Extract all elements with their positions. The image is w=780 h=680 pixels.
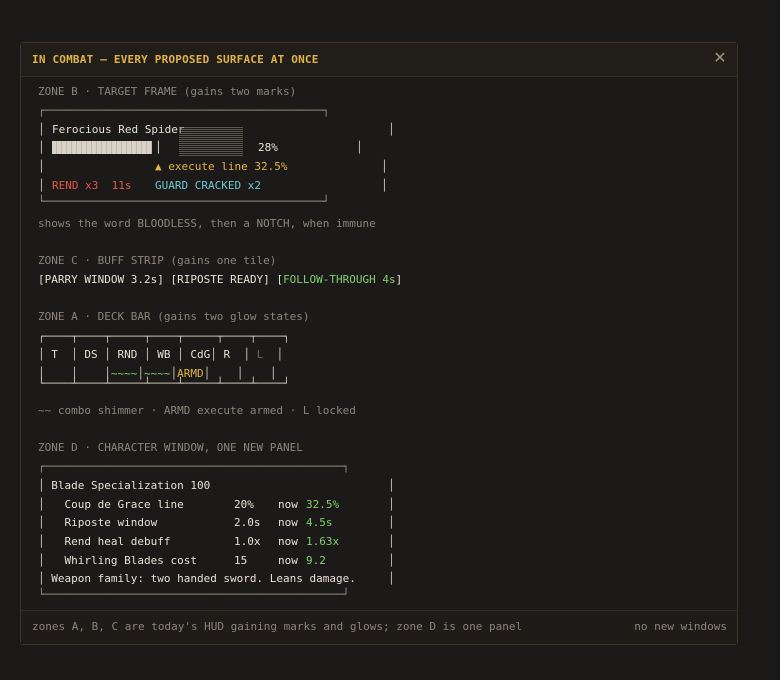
target-frame-edge: │ <box>38 123 45 136</box>
target-frame-edge: │ <box>38 160 45 173</box>
character-panel-top: ┌───────────────────────────────────────… <box>38 460 350 473</box>
stat-label: Whirling Blades cost <box>64 554 197 567</box>
zone-b-heading: ZONE B · TARGET FRAME (gains two marks) <box>38 85 297 98</box>
stat-new-value: 9.2 <box>306 554 326 567</box>
stat-row: │ Rend heal debuff <box>38 535 171 548</box>
health-bar-remaining <box>179 127 243 156</box>
deck-bar-legend: ~~ combo shimmer · ARMD execute armed · … <box>38 404 356 417</box>
character-panel-edge: │ Blade Specialization 100 <box>38 479 211 492</box>
character-panel-edge: │ <box>388 554 395 567</box>
character-panel-bottom: └───────────────────────────────────────… <box>38 588 350 601</box>
target-frame-edge: │ <box>381 179 388 192</box>
character-panel-edge: │ <box>388 572 395 585</box>
title-bar: IN COMBAT — EVERY PROPOSED SURFACE AT ON… <box>21 43 737 77</box>
deck-bar-row: │ T │ DS │ RND │ WB │ CdG│ R │ L │ <box>38 348 284 361</box>
target-frame-edge: │ <box>388 123 395 136</box>
health-bar <box>52 141 152 154</box>
zone-a-heading: ZONE A · DECK BAR (gains two glow states… <box>38 310 310 323</box>
window-title: IN COMBAT — EVERY PROPOSED SURFACE AT ON… <box>32 53 319 66</box>
footer-bar: zones A, B, C are today's HUD gaining ma… <box>21 610 737 644</box>
deck-slot-rnd[interactable]: RND <box>118 348 138 361</box>
stat-label: Rend heal debuff <box>64 535 171 548</box>
deck-slot-ds[interactable]: DS <box>84 348 97 361</box>
target-name: Ferocious Red Spider <box>52 123 185 136</box>
deck-slot-r[interactable]: R <box>224 348 231 361</box>
deck-slot-cdg[interactable]: CdG <box>190 348 210 361</box>
stat-row: │ Whirling Blades cost <box>38 554 197 567</box>
deck-bar-bottom: └────┴────┴─────┴────┴─────┴────┴────┘ <box>38 377 290 390</box>
execute-line-label: ▲ execute line 32.5% <box>155 160 288 173</box>
stat-base: 2.0s <box>234 516 261 529</box>
weapon-family-line: Weapon family: two handed sword. Leans d… <box>51 572 356 585</box>
target-frame-edge: │ <box>356 141 363 154</box>
buff-parry-window: [PARRY WINDOW 3.2s] <box>38 273 164 286</box>
stat-row: │ Coup de Grace line <box>38 498 184 511</box>
character-panel-edge: │ <box>388 535 395 548</box>
buff-strip: [PARRY WINDOW 3.2s] [RIPOSTE READY] [FOL… <box>38 270 402 289</box>
health-percent: 28% <box>258 141 278 154</box>
zone-b-note: shows the word BLOODLESS, then a NOTCH, … <box>38 217 376 230</box>
stat-new-value: 4.5s <box>306 516 333 529</box>
stat-label: Coup de Grace line <box>64 498 184 511</box>
target-frame-edge: │ <box>38 141 45 154</box>
character-panel-edge: │ <box>388 498 395 511</box>
stat-now-label: now <box>278 498 298 511</box>
footer-status: no new windows <box>634 620 727 633</box>
deck-bar-top: ┌────┬────┬─────┬────┬─────┬────┬────┐ <box>38 330 290 343</box>
stat-new-value: 32.5% <box>306 498 340 511</box>
stat-base: 1.0x <box>234 535 261 548</box>
stat-new-value: 1.63x <box>306 535 340 548</box>
stat-row: │ Riposte window <box>38 516 158 529</box>
combat-panel: IN COMBAT — EVERY PROPOSED SURFACE AT ON… <box>20 42 738 645</box>
execute-marker: │ <box>155 141 162 154</box>
deck-slot-t[interactable]: T <box>51 348 58 361</box>
stat-now-label: now <box>278 554 298 567</box>
stat-now-label: now <box>278 516 298 529</box>
footer-note: zones A, B, C are today's HUD gaining ma… <box>32 620 523 633</box>
deck-slot-l-locked: L <box>256 348 264 361</box>
zone-c-heading: ZONE C · BUFF STRIP (gains one tile) <box>38 254 277 267</box>
buff-riposte-ready: [RIPOSTE READY] <box>170 273 270 286</box>
deck-slot-wb[interactable]: WB <box>157 348 170 361</box>
target-frame-bottom: └───────────────────────────────────────… <box>38 195 330 208</box>
target-frame-top: ┌───────────────────────────────────────… <box>38 104 330 117</box>
target-frame-edge: │ <box>381 160 388 173</box>
buff-bracket: ] <box>395 273 403 286</box>
character-panel-edge: │ <box>388 479 395 492</box>
stat-now-label: now <box>278 535 298 548</box>
close-icon[interactable]: ✕ <box>711 49 729 67</box>
character-panel-edge: │ <box>388 516 395 529</box>
buff-follow-through: FOLLOW-THROUGH 4s <box>283 273 396 286</box>
stat-label: Riposte window <box>64 516 158 529</box>
zone-d-heading: ZONE D · CHARACTER WINDOW, ONE NEW PANEL <box>38 441 303 454</box>
stat-base: 15 <box>234 554 248 567</box>
stat-base: 20% <box>234 498 254 511</box>
panel-title: Blade Specialization 100 <box>51 479 211 492</box>
